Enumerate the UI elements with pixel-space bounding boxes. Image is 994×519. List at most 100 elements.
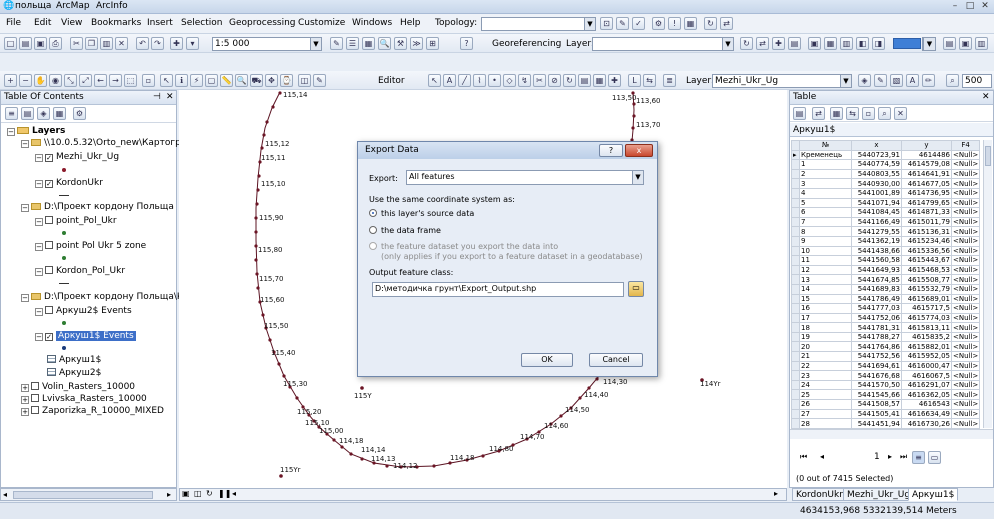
layout-3-icon[interactable]: ▥ [975,37,988,50]
row-selector[interactable] [791,255,800,266]
table-row[interactable]: 6 5441084,45 4614871,33 <Null> [791,207,981,218]
edit-annotation-icon[interactable]: A [443,74,456,87]
row-selector[interactable] [791,312,800,324]
row-selector[interactable] [791,360,800,372]
table-row[interactable]: 26 5441508,57 4616543 <Null> [791,399,981,410]
scroll-thumb[interactable] [13,491,153,499]
row-selector[interactable] [791,159,800,170]
new-document-icon[interactable]: □ [4,37,17,50]
rotate-edit-icon[interactable]: ↻ [563,74,576,87]
row-selector[interactable] [791,399,800,410]
undo-icon[interactable]: ↶ [136,37,149,50]
delete-selected-icon[interactable]: ✕ [894,107,907,120]
row-selector[interactable] [791,370,800,381]
pan-icon[interactable]: ✋ [34,74,47,87]
line-color-icon[interactable]: ✏ [922,74,935,87]
table-tab-kordonukr[interactable]: KordonUkr [792,488,847,501]
toc-item-point-pol-ukr-5[interactable]: − point Pol Ukr 5 zone [35,240,146,253]
row-selector[interactable] [791,293,800,305]
toc-item-point-pol-ukr[interactable]: − point_Pol_Ukr [35,215,117,228]
table-row[interactable]: 13 5441674,85 4615508,77 <Null> [791,274,981,285]
attributes-icon[interactable]: ▤ [578,74,591,87]
pause-drawing-icon[interactable]: ❚❚ [218,489,231,498]
row-selector[interactable] [791,235,800,247]
label-manager-icon[interactable]: L [628,74,641,87]
row-selector[interactable] [791,351,800,362]
layout-view-icon[interactable]: ◫ [194,489,202,498]
table-row[interactable]: 27 5441505,41 4616634,49 <Null> [791,408,981,420]
column-header[interactable]: x [851,140,902,151]
menu-file[interactable]: File [6,18,21,28]
table-row[interactable]: ▸ Кременець 5440723,91 4614486 <Null> [791,149,981,161]
column-header[interactable]: F4 [950,140,981,151]
shape-icon[interactable]: ▧ [890,74,903,87]
toc-item-kordon-pol-ukr[interactable]: − Kordon_Pol_Ukr [35,265,125,278]
split-icon[interactable]: ⊘ [548,74,561,87]
topology-window-icon[interactable]: ▦ [684,17,697,30]
clear-table-selection-icon[interactable]: ▫ [862,107,875,120]
toc-options-icon[interactable]: ⚙ [73,107,86,120]
select-by-attributes-icon[interactable]: ▦ [830,107,843,120]
table-tab-mezhi[interactable]: Mezhi_Ukr_Ug [843,488,915,501]
row-selector[interactable] [791,197,800,209]
toolbar-extra-1-icon[interactable]: ▣ [808,37,821,50]
shift-icon[interactable]: ⇄ [756,37,769,50]
first-record-icon[interactable]: ⏮ [800,452,807,462]
toc-item-zaporizka[interactable]: + Zaporizka_R_10000_MIXED [21,405,164,418]
menu-selection[interactable]: Selection [181,18,222,28]
ok-button[interactable]: OK [521,353,573,367]
georef-layer-combo[interactable]: ▼ [592,37,734,51]
topology-validate-icon[interactable]: ✓ [632,17,645,30]
row-selector[interactable] [791,187,800,199]
radio-layer-source[interactable]: this layer's source data [369,209,474,218]
symbology-icon[interactable]: ◈ [858,74,871,87]
open-icon[interactable]: ▤ [19,37,32,50]
editor-sketch-icon[interactable]: ✎ [313,74,326,87]
toolbar-extra-2-icon[interactable]: ▦ [824,37,837,50]
refresh-view-icon[interactable]: ↻ [206,489,213,498]
table-row[interactable]: 24 5441570,50 4616291,07 <Null> [791,379,981,391]
cancel-button[interactable]: Cancel [589,353,643,367]
list-by-source-icon[interactable]: ▤ [21,107,34,120]
radio-data-frame[interactable]: the data frame [369,226,441,235]
copy-icon[interactable]: ❐ [85,37,98,50]
editor-toolbar-icon[interactable]: ✎ [330,37,343,50]
related-tables-icon[interactable]: ⇄ [812,107,825,120]
topology-combo[interactable]: ▼ [481,17,596,31]
full-extent-icon[interactable]: ◉ [49,74,62,87]
topology-reshape-icon[interactable]: ↻ [704,17,717,30]
column-header[interactable]: y [901,140,952,151]
cut-polygons-icon[interactable]: ✂ [533,74,546,87]
next-record-icon[interactable]: ▸ [888,452,892,461]
toc-item-mezhi[interactable]: − ✓ Mezhi_Ukr_Ug [35,151,119,164]
edit-tool-icon[interactable]: ↖ [428,74,441,87]
output-path-input[interactable]: D:\методичка грунт\Export_Output.shp [372,282,624,297]
delete-icon[interactable]: ✕ [115,37,128,50]
maximize-button[interactable]: □ [963,1,977,12]
switch-selection-icon[interactable]: ⇆ [846,107,859,120]
list-by-selection-icon[interactable]: ▦ [53,107,66,120]
clear-selection-icon[interactable]: ▫ [142,74,155,87]
table-row[interactable]: 22 5441694,61 4616000,47 <Null> [791,360,981,372]
find-icon[interactable]: 🔍 [235,74,248,87]
row-selector[interactable] [791,245,800,257]
table-horizontal-scrollbar[interactable] [790,429,993,439]
redo-icon[interactable]: ↷ [151,37,164,50]
scroll-thumb[interactable] [985,146,991,166]
row-selector[interactable] [791,216,800,228]
convert-labels-icon[interactable]: ⇆ [643,74,656,87]
row-selector[interactable] [791,322,800,333]
fixed-zoom-out-icon[interactable]: ⤢ [79,74,92,87]
straight-segment-icon[interactable]: ╱ [458,74,471,87]
add-data-icon[interactable]: ✚ [170,37,183,50]
color-swatch[interactable] [893,38,921,49]
row-selector[interactable] [791,418,800,429]
table-row[interactable]: 18 5441781,31 4615813,11 <Null> [791,322,981,333]
toc-item-folder-2[interactable]: − D:\Проект кордону Польща [21,201,174,214]
html-popup-icon[interactable]: ▢ [205,74,218,87]
search-window-icon[interactable]: 🔍 [378,37,391,50]
map-scale-combo[interactable]: 1:5 000 ▼ [212,37,322,51]
radio-feature-dataset[interactable]: the feature dataset you export the data … [369,242,558,251]
menu-insert[interactable]: Insert [147,18,173,28]
zoom-out-icon[interactable]: − [19,74,32,87]
